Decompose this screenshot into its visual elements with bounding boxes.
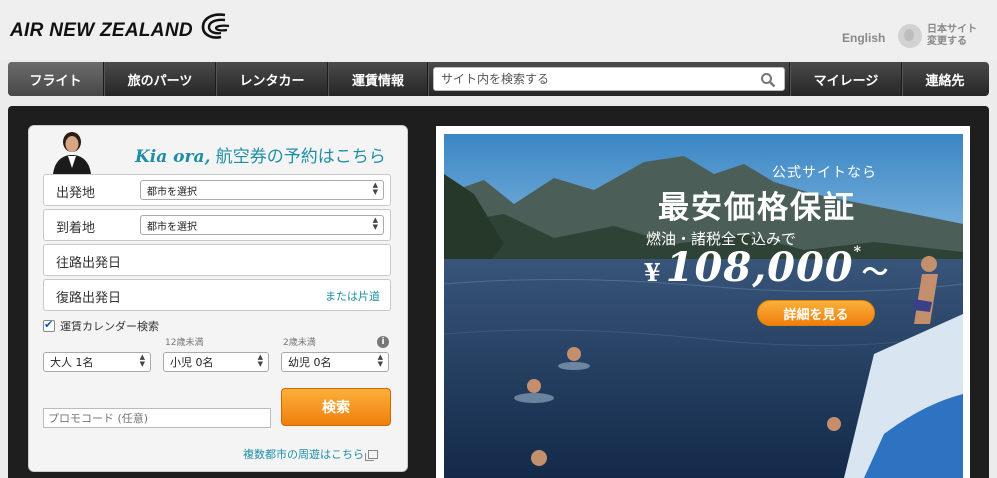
globe-icon xyxy=(898,24,922,48)
outbound-date-field[interactable]: 往路出発日 xyxy=(43,244,391,276)
departure-city-select[interactable]: 都市を選択 ▲ ▼ xyxy=(140,180,384,200)
select-arrows-icon: ▲ ▼ xyxy=(377,353,383,368)
booking-greeting: Kia ora, 航空券の予約はこちら xyxy=(135,142,386,167)
departure-city-value: 都市を選択 xyxy=(147,186,197,198)
banner-price-asterisk: * xyxy=(853,244,862,260)
adult-count-select[interactable]: 大人 1名 ▲ ▼ xyxy=(43,352,151,372)
banner-image: 公式サイトなら 最安価格保証 燃油・諸税全て込みで ¥108,000*〜 詳細を… xyxy=(444,134,963,478)
nav-flight[interactable]: フライト xyxy=(8,62,104,96)
banner-official-site-text: 公式サイトなら xyxy=(772,165,877,181)
banner-price-symbol: ¥ xyxy=(644,258,662,287)
flight-attendant-image xyxy=(53,132,91,174)
fare-calendar-checkbox[interactable] xyxy=(43,318,55,332)
arrival-label: 到着地 xyxy=(56,221,96,236)
logo-text: AIR NEW ZEALAND xyxy=(10,20,193,41)
nav-mileage[interactable]: マイレージ xyxy=(790,62,902,96)
english-link[interactable]: English xyxy=(842,31,885,45)
return-date-label: 復路出発日 xyxy=(56,291,122,306)
main-nav: フライト 旅のパーツ レンタカー 運賃情報 マイレージ 連絡先 xyxy=(8,62,989,96)
child-count-value: 小児 0名 xyxy=(170,356,214,369)
arrival-city-value: 都市を選択 xyxy=(147,221,197,233)
infant-count-select[interactable]: 幼児 0名 ▲ ▼ xyxy=(281,352,389,372)
banner-price: ¥108,000*〜 xyxy=(644,244,889,291)
air-new-zealand-logo[interactable]: AIR NEW ZEALAND xyxy=(10,13,231,44)
arrival-city-select[interactable]: 都市を選択 ▲ ▼ xyxy=(140,215,384,235)
site-search-input[interactable] xyxy=(434,68,754,90)
external-window-icon xyxy=(365,449,378,461)
select-arrows-icon: ▲ ▼ xyxy=(372,216,378,231)
return-date-field[interactable]: 復路出発日 または片道 xyxy=(43,279,391,311)
select-arrows-icon: ▲ ▼ xyxy=(139,353,145,368)
child-age-note: 12歳未満 xyxy=(165,338,204,348)
site-header: AIR NEW ZEALAND English 日本サイト 変更する xyxy=(0,0,997,60)
adult-count-value: 大人 1名 xyxy=(50,356,94,369)
nav-fare-info[interactable]: 運賃情報 xyxy=(328,62,428,96)
flight-search-button[interactable]: 検索 xyxy=(281,388,391,426)
one-way-link[interactable]: または片道 xyxy=(325,288,380,304)
search-icon[interactable] xyxy=(760,72,776,88)
child-count-select[interactable]: 小児 0名 ▲ ▼ xyxy=(163,352,269,372)
fare-calendar-label: 運賃カレンダー検索 xyxy=(60,320,159,333)
departure-field: 出発地 都市を選択 ▲ ▼ xyxy=(43,174,391,206)
greeting-kiaora: Kia ora, xyxy=(135,147,211,167)
multi-city-label: 複数都市の周遊はこちら xyxy=(243,448,364,461)
greeting-text: 航空券の予約はこちら xyxy=(210,147,386,167)
booking-form: Kia ora, 航空券の予約はこちら 出発地 都市を選択 ▲ ▼ 到着地 都市を… xyxy=(28,125,408,472)
fare-calendar-option: 運賃カレンダー検索 xyxy=(43,318,159,334)
select-arrows-icon: ▲ ▼ xyxy=(257,353,263,368)
multi-city-link[interactable]: 複数都市の周遊はこちら xyxy=(243,446,378,462)
change-japan-site-label: 日本サイト 変更する xyxy=(927,24,977,47)
site-search-box xyxy=(433,67,785,91)
infant-age-note: 2歳未満 xyxy=(283,338,316,348)
change-japan-site-link[interactable]: 日本サイト 変更する xyxy=(898,24,991,48)
select-arrows-icon: ▲ ▼ xyxy=(372,181,378,196)
departure-label: 出発地 xyxy=(56,186,96,201)
banner-price-suffix: 〜 xyxy=(861,258,889,288)
infant-count-value: 幼児 0名 xyxy=(288,356,332,369)
outbound-date-label: 往路出発日 xyxy=(56,256,122,271)
nav-contact[interactable]: 連絡先 xyxy=(902,62,987,96)
promo-banner[interactable]: 公式サイトなら 最安価格保証 燃油・諸税全て込みで ¥108,000*〜 詳細を… xyxy=(436,126,970,478)
banner-details-button[interactable]: 詳細を見る xyxy=(757,300,875,326)
nav-rental-car[interactable]: レンタカー xyxy=(216,62,328,96)
banner-price-value: 108,000 xyxy=(665,244,854,291)
arrival-field: 到着地 都市を選択 ▲ ▼ xyxy=(43,209,391,241)
info-icon[interactable]: i xyxy=(377,336,389,348)
nav-travel-parts[interactable]: 旅のパーツ xyxy=(104,62,216,96)
koru-logo-icon xyxy=(201,13,230,39)
promo-code-input[interactable] xyxy=(43,408,271,428)
banner-lowest-price-heading: 最安価格保証 xyxy=(658,190,856,226)
nav-search-area xyxy=(428,62,790,96)
